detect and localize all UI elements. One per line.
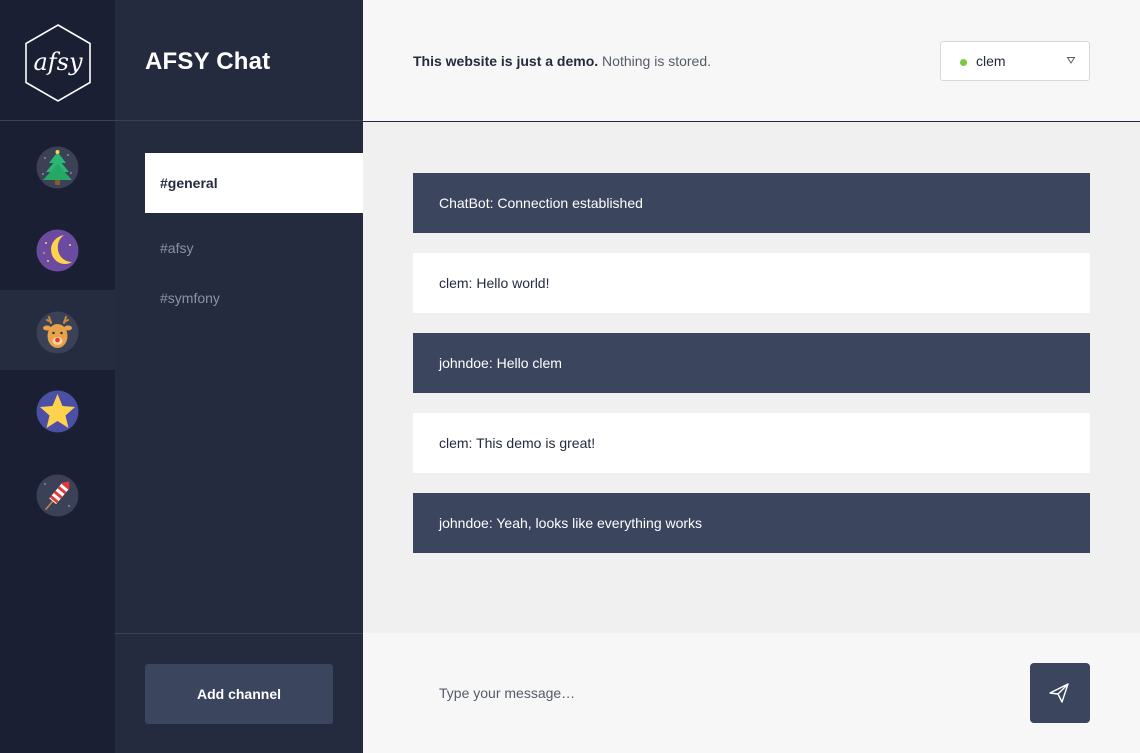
rail-item-star[interactable] xyxy=(0,370,115,450)
message-item: johndoe: Hello clem xyxy=(413,333,1090,393)
demo-notice: This website is just a demo. Nothing is … xyxy=(413,53,711,69)
rail-item-tree[interactable] xyxy=(0,127,115,207)
message-item: ChatBot: Connection established xyxy=(413,173,1090,233)
sidebar-footer: Add channel xyxy=(115,633,363,753)
top-bar: This website is just a demo. Nothing is … xyxy=(363,0,1140,122)
message-item: johndoe: Yeah, looks like everything wor… xyxy=(413,493,1090,553)
app-title: AFSY Chat xyxy=(145,48,271,75)
channel-symfony[interactable]: #symfony xyxy=(145,268,363,328)
rail-item-reindeer[interactable] xyxy=(0,290,115,370)
send-icon xyxy=(1049,683,1069,703)
current-user-name: clem xyxy=(976,53,1006,69)
message-item: clem: This demo is great! xyxy=(413,413,1090,473)
star-icon xyxy=(36,390,79,433)
icon-rail: afsy xyxy=(0,0,115,753)
channel-sidebar: AFSY Chat #general #afsy #symfony Add ch… xyxy=(115,0,363,753)
christmas-tree-icon xyxy=(36,146,79,189)
demo-notice-bold: This website is just a demo. xyxy=(413,53,599,69)
online-status-dot xyxy=(960,59,967,66)
firework-rocket-icon xyxy=(36,474,79,517)
add-channel-button[interactable]: Add channel xyxy=(145,664,333,724)
app-header: AFSY Chat xyxy=(115,0,363,121)
reindeer-icon xyxy=(36,311,79,354)
rail-item-rocket[interactable] xyxy=(0,455,115,535)
chat-main: This website is just a demo. Nothing is … xyxy=(363,0,1140,753)
channel-general[interactable]: #general xyxy=(145,153,363,213)
logo-area: afsy xyxy=(0,0,115,121)
user-select[interactable]: clem xyxy=(940,41,1090,81)
message-item: clem: Hello world! xyxy=(413,253,1090,313)
moon-icon xyxy=(36,229,79,272)
rail-item-moon[interactable] xyxy=(0,210,115,290)
message-composer xyxy=(363,633,1140,753)
afsy-logo: afsy xyxy=(25,24,91,102)
send-button[interactable] xyxy=(1030,663,1090,723)
logo-text: afsy xyxy=(33,48,83,76)
message-input[interactable] xyxy=(413,663,1013,723)
message-list: ChatBot: Connection established clem: He… xyxy=(413,173,1090,573)
demo-notice-rest: Nothing is stored. xyxy=(598,53,712,69)
caret-down-icon xyxy=(1066,57,1076,64)
